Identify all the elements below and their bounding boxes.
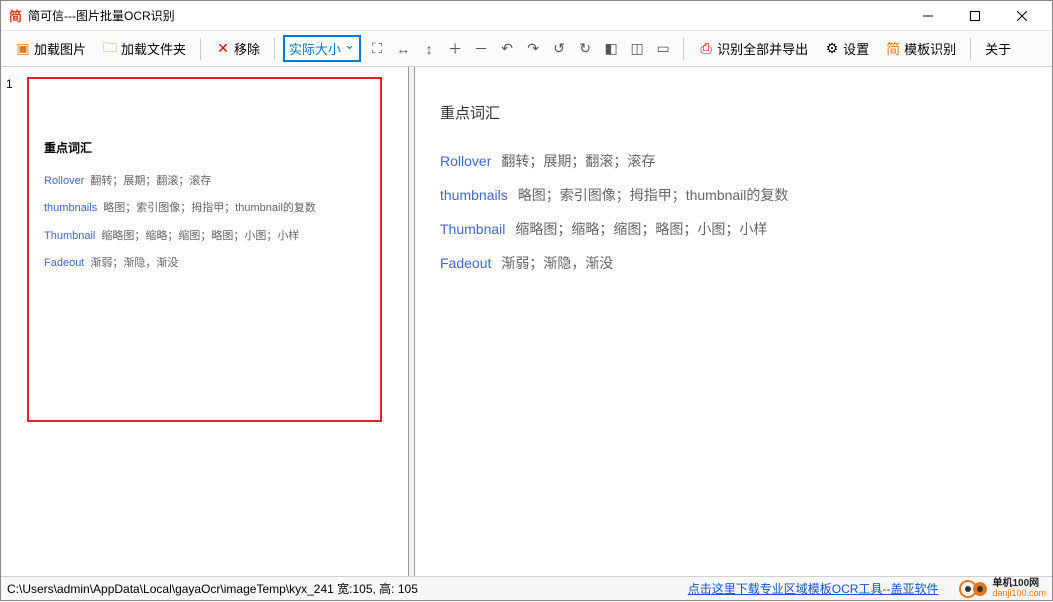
minimize-button[interactable] [905,2,950,30]
folder-icon: 🗀 [102,41,118,57]
thumbnail-pane: 1 重点词汇 Rollover 翻转；展期；翻滚；滚存 thumbnails 略图；索… [1,67,409,576]
load-image-button[interactable]: ▣ 加载图片 [9,36,92,61]
thumbnail-index: 1 [6,77,13,91]
rotate-right-icon[interactable]: ↷ [525,40,541,57]
maximize-icon [970,11,980,21]
term: Rollover [440,153,491,169]
thumbnail-image[interactable]: 重点词汇 Rollover 翻转；展期；翻滚；滚存 thumbnails 略图；索引图… [27,77,382,422]
fit-icon[interactable]: ⛶ [369,40,385,57]
remove-icon: ✕ [215,41,231,57]
result-row: thumbnails 略图；索引图像；拇指甲；thumbnail的复数 [440,185,1027,205]
definition: 缩略图；缩略；缩图；略图；小图；小样 [101,230,299,242]
status-path: C:\Users\admin\AppData\Local\gayaOcr\ima… [7,580,418,597]
thumb-row: thumbnails 略图；索引图像；拇指甲；thumbnail的复数 [44,201,365,216]
template-icon: 简 [885,41,901,57]
about-button[interactable]: 关于 [979,36,1017,61]
load-image-label: 加载图片 [34,39,86,58]
image-icon: ▣ [15,41,31,57]
toolbar: ▣ 加载图片 🗀 加载文件夹 ✕ 移除 实际大小 ⛶ ↔ ↕ ＋ － ↶ ↷ ↺… [1,31,1052,67]
height-icon[interactable]: ↕ [421,41,437,57]
recognize-export-button[interactable]: ⎙ 识别全部并导出 [692,36,814,61]
rotate-left-icon[interactable]: ↶ [499,40,515,57]
undo-icon[interactable]: ↺ [551,40,567,57]
zoom-out-icon[interactable]: － [473,39,489,59]
titlebar: 简 简可信---图片批量OCR识别 [1,1,1052,31]
window-controls [905,2,1044,30]
term: Fadeout [440,255,491,271]
definition: 渐弱；渐隐，渐没 [501,255,613,271]
promo-text: 单机100网 danji100.com [992,579,1046,598]
definition: 翻转；展期；翻滚；滚存 [90,175,211,187]
term: thumbnails [440,187,508,203]
invert-icon[interactable]: ◧ [603,40,619,57]
thumb-title: 重点词汇 [44,139,365,156]
content-area: 1 重点词汇 Rollover 翻转；展期；翻滚；滚存 thumbnails 略图；索… [1,67,1052,576]
separator [683,38,684,60]
close-icon [1017,11,1027,21]
separator [200,38,201,60]
term: Rollover [44,175,84,187]
window-title: 简可信---图片批量OCR识别 [28,7,905,24]
width-icon[interactable]: ↔ [395,41,411,57]
recognize-export-label: 识别全部并导出 [717,39,808,58]
definition: 略图；索引图像；拇指甲；thumbnail的复数 [103,202,316,214]
statusbar: C:\Users\admin\AppData\Local\gayaOcr\ima… [1,576,1052,600]
template-button[interactable]: 简 模板识别 [879,36,962,61]
separator [970,38,971,60]
ocr-result-pane: 重点词汇 Rollover 翻转；展期；翻滚；滚存 thumbnails 略图；索引图… [414,67,1052,576]
settings-label: 设置 [843,39,869,58]
zoom-select[interactable]: 实际大小 [283,35,361,62]
remove-label: 移除 [234,39,260,58]
definition: 翻转；展期；翻滚；滚存 [501,153,655,169]
term: Thumbnail [44,230,95,242]
about-label: 关于 [985,39,1011,58]
promo-line2: danji100.com [992,589,1046,598]
term: thumbnails [44,202,97,214]
thumb-row: Rollover 翻转；展期；翻滚；滚存 [44,174,365,189]
remove-button[interactable]: ✕ 移除 [209,36,266,61]
export-icon: ⎙ [698,41,714,57]
thumb-row: Thumbnail 缩略图；缩略；缩图；略图；小图；小样 [44,229,365,244]
gear-icon: ⚙ [824,41,840,57]
definition: 缩略图；缩略；缩图；略图；小图；小样 [515,221,767,237]
result-row: Rollover 翻转；展期；翻滚；滚存 [440,151,1027,171]
crop-icon[interactable]: ◫ [629,40,645,57]
close-button[interactable] [999,2,1044,30]
separator [274,38,275,60]
promo-badge[interactable]: 单机100网 danji100.com [958,579,1046,599]
zoom-value: 实际大小 [289,42,341,57]
result-title: 重点词汇 [440,102,1027,123]
zoom-in-icon[interactable]: ＋ [447,39,463,59]
term: Fadeout [44,257,84,269]
result-row: Fadeout 渐弱；渐隐，渐没 [440,253,1027,273]
app-icon: 简 [9,6,22,25]
download-link[interactable]: 点击这里下载专业区域模板OCR工具--盖亚软件 [688,580,939,597]
template-label: 模板识别 [904,39,956,58]
result-row: Thumbnail 缩略图；缩略；缩图；略图；小图；小样 [440,219,1027,239]
load-folder-button[interactable]: 🗀 加载文件夹 [96,36,192,61]
thumb-row: Fadeout 渐弱；渐隐，渐没 [44,256,365,271]
load-folder-label: 加载文件夹 [121,39,186,58]
view-tools: ⛶ ↔ ↕ ＋ － ↶ ↷ ↺ ↻ ◧ ◫ ▭ [365,39,675,59]
promo-logo-icon [958,579,988,599]
definition: 渐弱；渐隐，渐没 [90,257,178,269]
definition: 略图；索引图像；拇指甲；thumbnail的复数 [518,187,789,203]
app-window: 简 简可信---图片批量OCR识别 ▣ 加载图片 🗀 加载文件夹 ✕ 移除 [0,0,1053,601]
settings-button[interactable]: ⚙ 设置 [818,36,875,61]
term: Thumbnail [440,221,505,237]
select-icon[interactable]: ▭ [655,40,671,57]
maximize-button[interactable] [952,2,997,30]
minimize-icon [923,11,933,21]
redo-icon[interactable]: ↻ [577,40,593,57]
